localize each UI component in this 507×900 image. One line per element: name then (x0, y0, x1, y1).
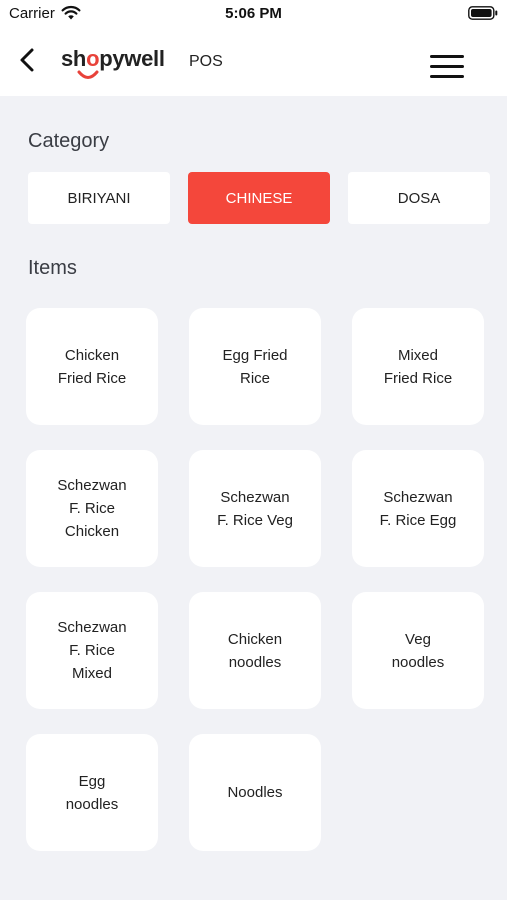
page-title: POS (189, 53, 223, 70)
item-card-schezwan-f-rice-veg[interactable]: Schezwan F. Rice Veg (189, 450, 321, 567)
item-card-egg-noodles[interactable]: Egg noodles (26, 734, 158, 851)
item-card-schezwan-f-rice-egg[interactable]: Schezwan F. Rice Egg (352, 450, 484, 567)
item-card-egg-fried-rice[interactable]: Egg Fried Rice (189, 308, 321, 425)
clock: 5:06 PM (225, 5, 282, 22)
item-card-schezwan-f-rice-mixed[interactable]: Schezwan F. Rice Mixed (26, 592, 158, 709)
category-dosa-button[interactable]: DOSA (348, 172, 490, 224)
item-card-chicken-noodles[interactable]: Chicken noodles (189, 592, 321, 709)
category-chinese-button[interactable]: CHINESE (188, 172, 330, 224)
logo-smile-icon (77, 70, 99, 79)
main-content: Category BIRIYANI CHINESE DOSA Items Chi… (0, 96, 507, 900)
shopywell-logo: shopywell (61, 48, 165, 82)
item-card-noodles[interactable]: Noodles (189, 734, 321, 851)
item-card-mixed-fried-rice[interactable]: Mixed Fried Rice (352, 308, 484, 425)
item-card-schezwan-f-rice-chicken[interactable]: Schezwan F. Rice Chicken (26, 450, 158, 567)
category-heading: Category (28, 130, 110, 152)
status-bar: Carrier 5:06 PM (0, 0, 507, 30)
back-arrow-icon[interactable] (17, 47, 37, 73)
item-card-veg-noodles[interactable]: Veg noodles (352, 592, 484, 709)
item-card-chicken-fried-rice[interactable]: Chicken Fried Rice (26, 308, 158, 425)
app-bar: shopywell POS (0, 30, 507, 96)
battery-icon (468, 6, 498, 20)
category-biriyani-button[interactable]: BIRIYANI (28, 172, 170, 224)
items-heading: Items (28, 257, 77, 279)
hamburger-menu-icon[interactable] (430, 55, 464, 79)
